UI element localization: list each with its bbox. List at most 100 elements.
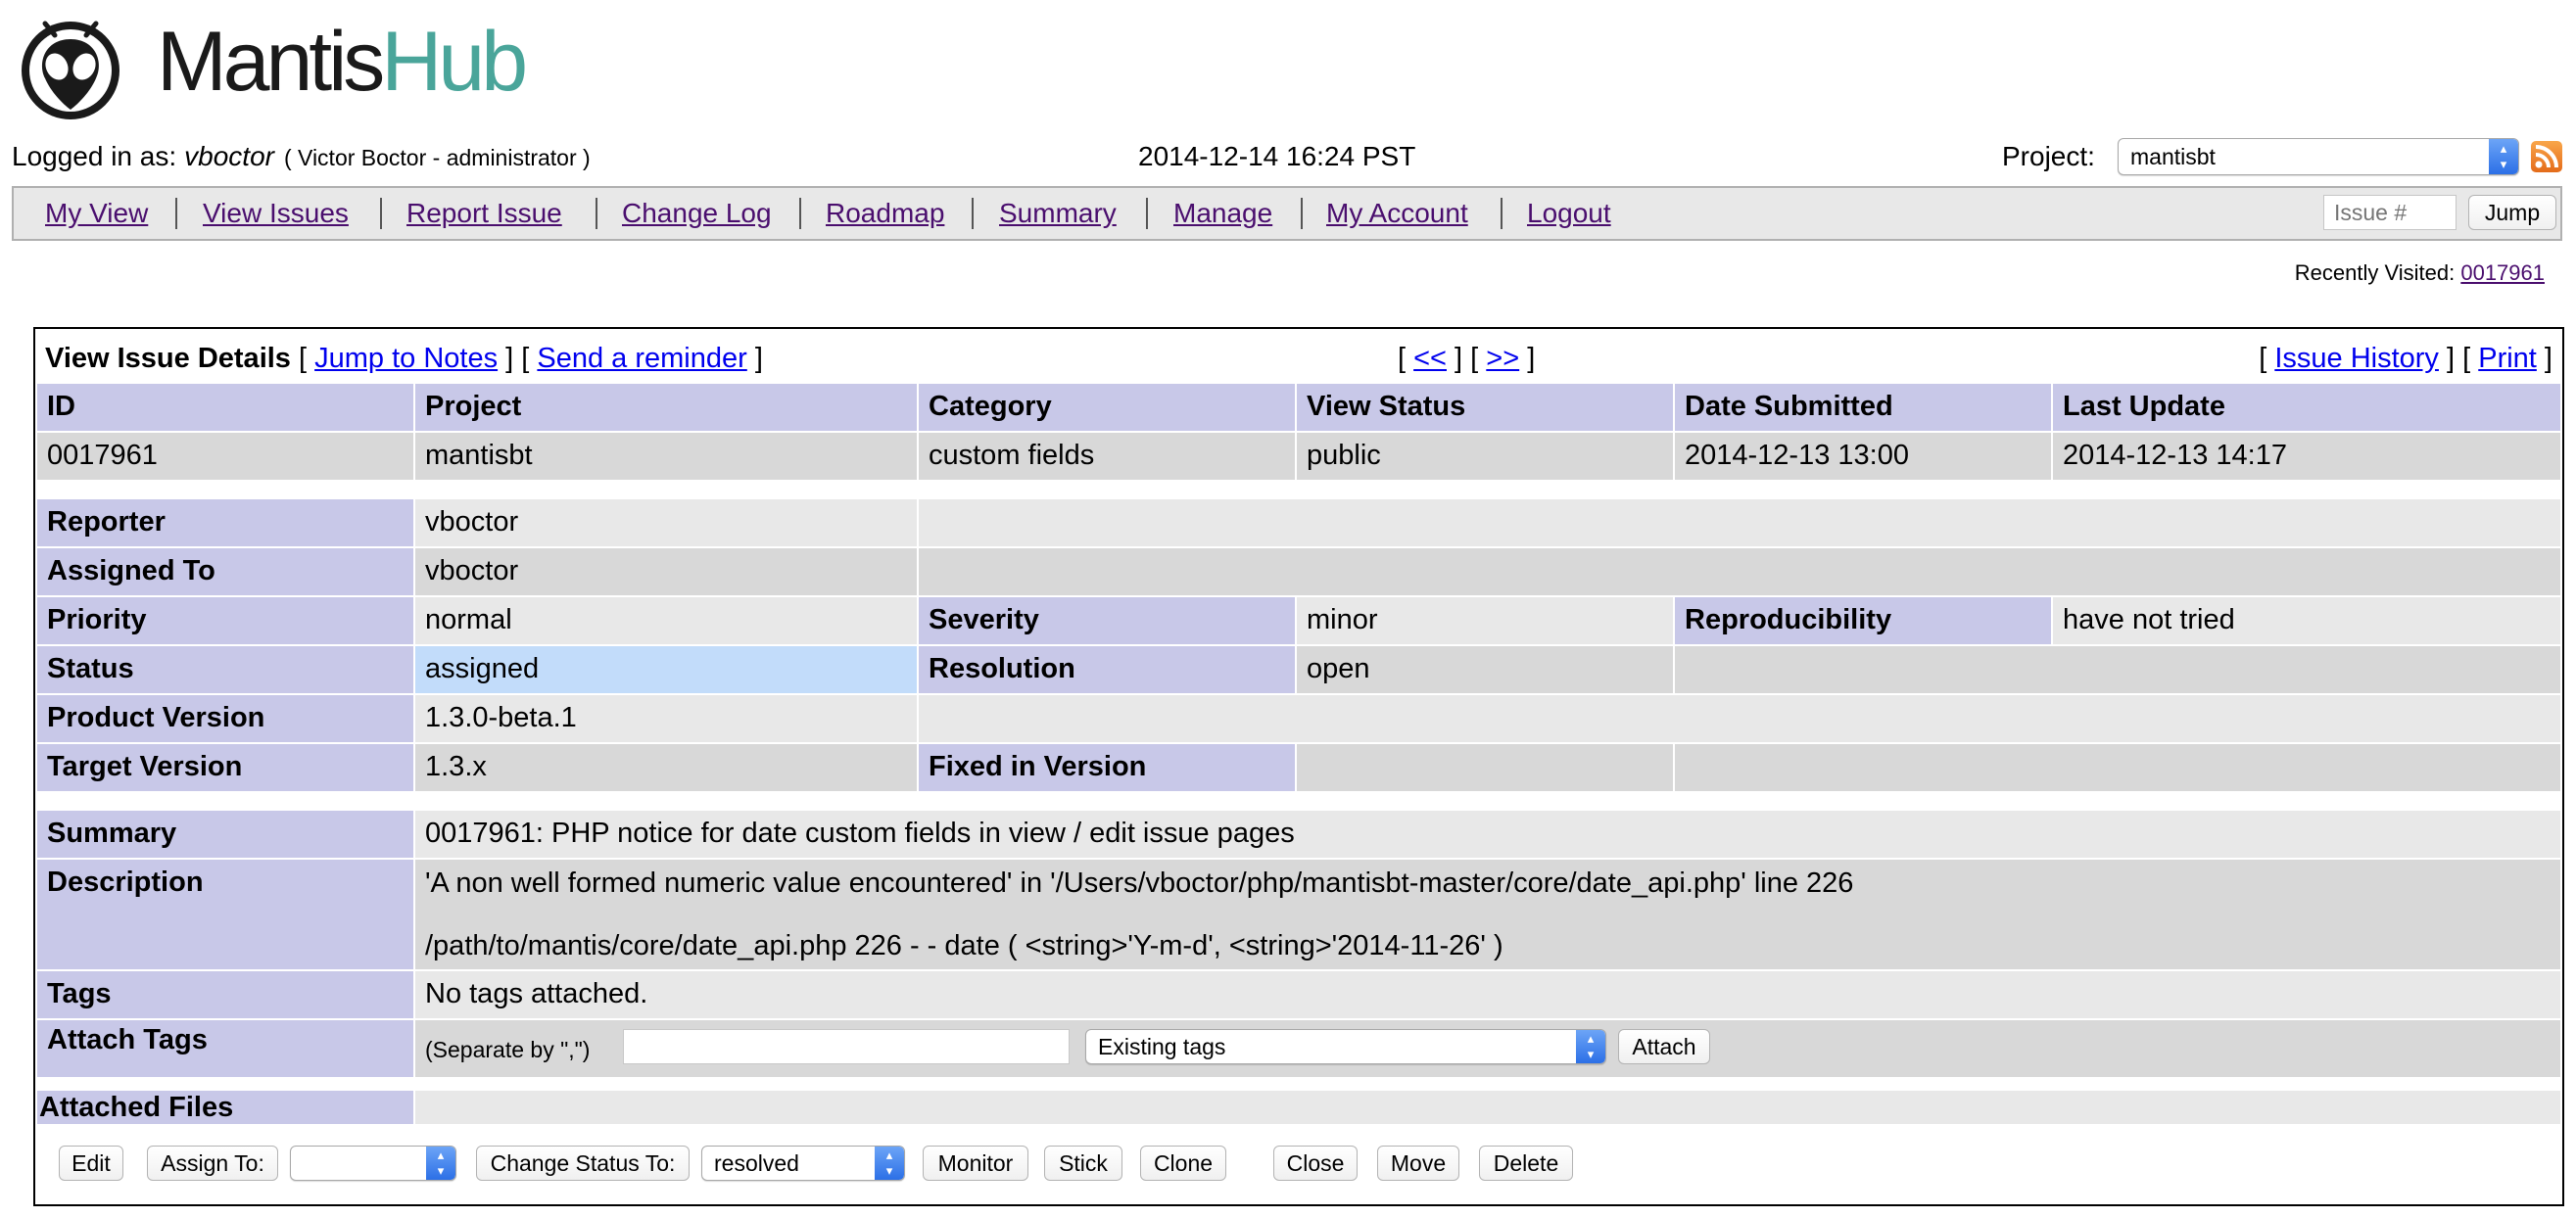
issue-details-panel: View Issue Details [ Jump to Notes ] [ S… [33,327,2564,1206]
attach-tags-input[interactable] [623,1029,1070,1064]
jump-button[interactable]: Jump [2468,195,2556,230]
print-link[interactable]: Print [2478,343,2537,374]
select-arrows-icon: ▴ ▾ [426,1147,455,1180]
resolution-label: Resolution [919,646,1295,693]
reproducibility-value: have not tried [2053,597,2560,644]
jump-to-notes-link[interactable]: Jump to Notes [314,343,498,374]
close-button[interactable]: Close [1273,1146,1358,1181]
status-value: assigned [415,646,917,693]
recently-visited-label: Recently Visited: [2294,260,2456,285]
monitor-button[interactable]: Monitor [923,1146,1028,1181]
login-info: Logged in as: vboctor ( Victor Boctor - ad… [12,137,591,176]
menu-roadmap[interactable]: Roadmap [826,196,944,231]
col-header-view-status: View Status [1297,384,1673,431]
stick-button[interactable]: Stick [1044,1146,1122,1181]
page-title: View Issue Details [45,343,291,374]
menu-change-log[interactable]: Change Log [622,196,772,231]
issue-view-status: public [1297,433,1673,480]
user-full-name: ( Victor Boctor - administrator ) [283,145,591,170]
attach-tags-row: (Separate by ",") Existing tags ▴ ▾ Attac… [415,1020,2560,1077]
project-select-value: mantisbt [2130,144,2216,169]
issue-id: 0017961 [37,433,413,480]
issue-last-update: 2014-12-13 14:17 [2053,433,2560,480]
existing-tags-value: Existing tags [1098,1034,1226,1059]
menu-separator [175,198,177,229]
separate-hint: (Separate by ",") [425,1037,591,1062]
assign-to-button[interactable]: Assign To: [147,1146,278,1181]
assigned-to-label: Assigned To [37,548,413,595]
menu-summary[interactable]: Summary [999,196,1117,231]
menu-separator [596,198,597,229]
description-line: 'A non well formed numeric value encount… [425,867,1854,899]
issue-number-input[interactable] [2323,195,2457,230]
attached-files-label: Attached Files [37,1091,413,1124]
menu-logout[interactable]: Logout [1527,196,1611,231]
change-status-button[interactable]: Change Status To: [476,1146,690,1181]
attach-tags-label: Attach Tags [37,1020,413,1077]
product-version-label: Product Version [37,695,413,742]
fixed-in-version-label: Fixed in Version [919,744,1295,791]
menu-separator [380,198,382,229]
project-label: Project: [2002,141,2095,171]
description-label: Description [37,860,413,969]
resolution-value: open [1297,646,1673,693]
empty-cell [1675,744,2560,791]
username: vboctor [184,141,274,171]
select-arrows-icon: ▴ ▾ [2489,139,2518,174]
next-issue-link[interactable]: >> [1486,343,1519,374]
rss-feed-icon[interactable] [2531,141,2562,172]
tags-value: No tags attached. [415,971,2560,1018]
target-version-value: 1.3.x [415,744,917,791]
fixed-in-version-value [1297,744,1673,791]
issue-history-link[interactable]: Issue History [2274,343,2439,374]
col-header-date-submitted: Date Submitted [1675,384,2051,431]
edit-button[interactable]: Edit [59,1146,123,1181]
menu-separator [1146,198,1148,229]
reporter-label: Reporter [37,499,413,546]
mantishub-logo[interactable]: MantisHub [16,16,528,123]
change-status-value: resolved [714,1150,799,1176]
empty-cell [1675,646,2560,693]
issue-project: mantisbt [415,433,917,480]
empty-cell [919,695,2560,742]
summary-value: 0017961: PHP notice for date custom fiel… [415,811,2560,858]
rss-glyph-icon [2535,145,2558,168]
clone-button[interactable]: Clone [1140,1146,1226,1181]
attach-button[interactable]: Attach [1618,1029,1710,1064]
menu-my-account[interactable]: My Account [1326,196,1468,231]
delete-button[interactable]: Delete [1479,1146,1573,1181]
send-reminder-link[interactable]: Send a reminder [537,343,746,374]
project-select[interactable]: mantisbt ▴ ▾ [2118,138,2519,175]
change-status-select[interactable]: resolved ▴ ▾ [701,1146,905,1181]
menu-my-view[interactable]: My View [45,196,148,231]
reporter-value: vboctor [415,499,917,546]
menu-separator [1501,198,1503,229]
recently-visited: Recently Visited: 0017961 [2295,258,2545,288]
brand-name-part1: Mantis [157,15,385,109]
brand-name-part2: Hub [381,15,528,109]
menu-manage[interactable]: Manage [1173,196,1272,231]
col-header-category: Category [919,384,1295,431]
existing-tags-select[interactable]: Existing tags ▴ ▾ [1085,1029,1606,1064]
logged-in-label: Logged in as: [12,141,177,171]
description-value: 'A non well formed numeric value encount… [415,860,2560,969]
move-button[interactable]: Move [1377,1146,1459,1181]
description-line: /path/to/mantis/core/date_api.php 226 - … [425,929,1503,961]
severity-label: Severity [919,597,1295,644]
issue-category: custom fields [919,433,1295,480]
priority-value: normal [415,597,917,644]
issue-title-row: View Issue Details [ Jump to Notes ] [ S… [45,343,2552,374]
menu-view-issues[interactable]: View Issues [203,196,349,231]
menu-report-issue[interactable]: Report Issue [406,196,562,231]
prev-issue-link[interactable]: << [1413,343,1447,374]
priority-label: Priority [37,597,413,644]
main-menu: My View View Issues Report Issue Change … [12,186,2562,241]
reproducibility-label: Reproducibility [1675,597,2051,644]
empty-cell [919,548,2560,595]
select-arrows-icon: ▴ ▾ [875,1147,904,1180]
assign-to-select[interactable]: ▴ ▾ [290,1146,456,1181]
issue-date-submitted: 2014-12-13 13:00 [1675,433,2051,480]
attached-files-value [415,1091,2560,1124]
recent-issue-link[interactable]: 0017961 [2460,260,2545,285]
current-datetime: 2014-12-14 16:24 PST [1138,141,1416,171]
